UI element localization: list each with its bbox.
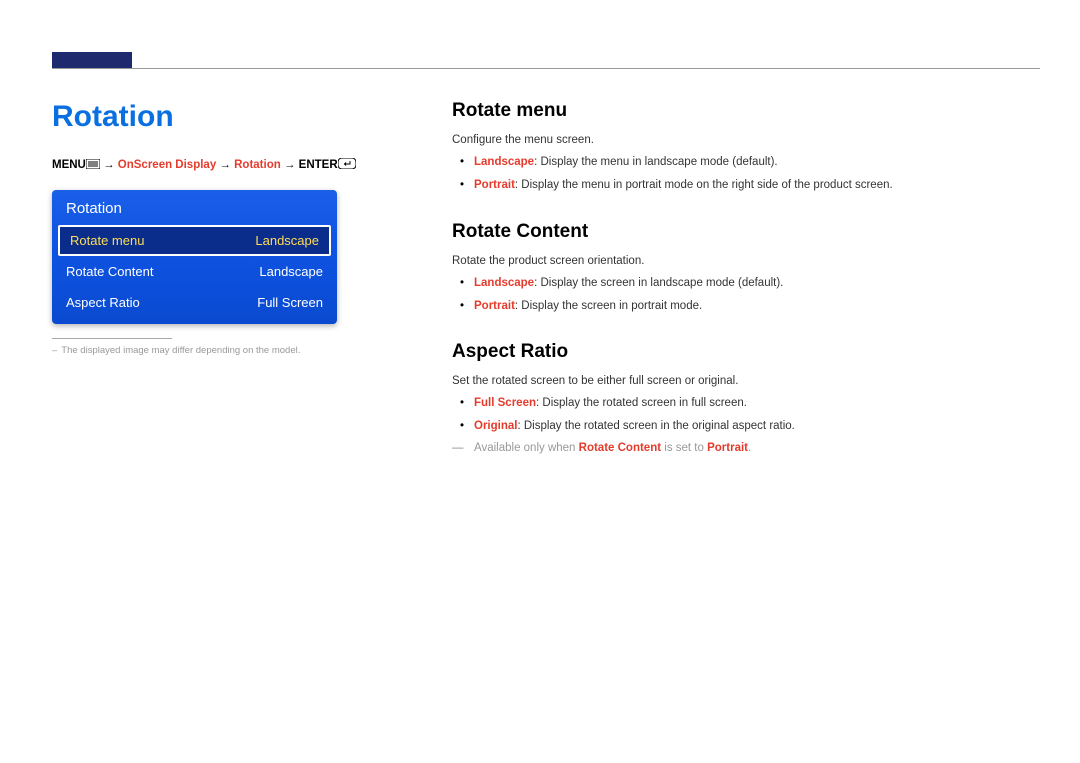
right-column: Rotate menu Configure the menu screen. L… [452,100,1040,480]
option-term: Landscape [474,277,534,289]
list-item: Landscape: Display the menu in landscape… [474,154,1040,171]
footnote: –The displayed image may differ dependin… [52,345,392,356]
nav-arrow-1: → [103,159,118,171]
note-mid: is set to [661,442,707,454]
option-term: Portrait [474,179,515,191]
option-term: Landscape [474,156,534,168]
nav-rotation: Rotation [234,159,281,171]
nav-arrow-2: → [219,159,234,171]
breadcrumb: MENU → OnScreen Display → Rotation → ENT… [52,158,392,172]
section-desc: Rotate the product screen orientation. [452,255,1040,267]
option-term: Full Screen [474,397,536,409]
osd-row-rotate-menu[interactable]: Rotate menu Landscape [58,225,331,256]
page-title: Rotation [52,100,392,134]
footnote-dash: – [52,345,57,356]
nav-onscreen-display: OnScreen Display [118,159,216,171]
section-aspect-ratio: Aspect Ratio Set the rotated screen to b… [452,341,1040,454]
osd-row-label: Rotate Content [66,264,153,279]
list-item: Original: Display the rotated screen in … [474,418,1040,435]
option-term: Original [474,420,517,432]
list-item: Portrait: Display the screen in portrait… [474,298,1040,315]
section-title-aspect-ratio: Aspect Ratio [452,341,1040,363]
osd-row-rotate-content[interactable]: Rotate Content Landscape [52,256,337,287]
option-rest: : Display the screen in portrait mode. [515,300,702,312]
bullet-list: Landscape: Display the screen in landsca… [452,275,1040,316]
nav-enter-label: ENTER [299,159,338,171]
option-rest: : Display the screen in landscape mode (… [534,277,783,289]
note-b1: Rotate Content [579,442,661,454]
osd-row-value: Full Screen [257,295,323,310]
note-b2: Portrait [707,442,748,454]
bullet-list: Landscape: Display the menu in landscape… [452,154,1040,195]
enter-icon [338,158,356,172]
note-post: . [748,442,751,454]
page-content: Rotation MENU → OnScreen Display → Rotat… [52,100,1040,480]
section-rotate-menu: Rotate menu Configure the menu screen. L… [452,100,1040,195]
footnote-separator [52,338,172,339]
nav-arrow-3: → [284,159,299,171]
section-title-rotate-menu: Rotate menu [452,100,1040,122]
nav-menu-label: MENU [52,159,86,171]
left-column: Rotation MENU → OnScreen Display → Rotat… [52,100,392,480]
osd-row-label: Rotate menu [70,233,144,248]
section-desc: Set the rotated screen to be either full… [452,375,1040,387]
section-rotate-content: Rotate Content Rotate the product screen… [452,221,1040,316]
top-rule [52,68,1040,69]
bullet-list: Full Screen: Display the rotated screen … [452,395,1040,436]
list-item: Full Screen: Display the rotated screen … [474,395,1040,412]
osd-row-value: Landscape [255,233,319,248]
osd-panel: Rotation Rotate menu Landscape Rotate Co… [52,190,337,324]
option-rest: : Display the menu in landscape mode (de… [534,156,778,168]
footnote-text: The displayed image may differ depending… [61,345,300,356]
list-item: Portrait: Display the menu in portrait m… [474,177,1040,194]
option-rest: : Display the rotated screen in the orig… [517,420,794,432]
osd-row-aspect-ratio[interactable]: Aspect Ratio Full Screen [52,287,337,318]
note-pre: Available only when [474,442,579,454]
note-line: Available only when Rotate Content is se… [452,442,1040,454]
list-item: Landscape: Display the screen in landsca… [474,275,1040,292]
menu-icon [86,159,100,172]
option-rest: : Display the rotated screen in full scr… [536,397,747,409]
osd-row-label: Aspect Ratio [66,295,140,310]
osd-row-value: Landscape [259,264,323,279]
top-accent-block [52,52,132,68]
option-term: Portrait [474,300,515,312]
osd-header: Rotation [52,190,337,225]
section-desc: Configure the menu screen. [452,134,1040,146]
option-rest: : Display the menu in portrait mode on t… [515,179,893,191]
section-title-rotate-content: Rotate Content [452,221,1040,243]
